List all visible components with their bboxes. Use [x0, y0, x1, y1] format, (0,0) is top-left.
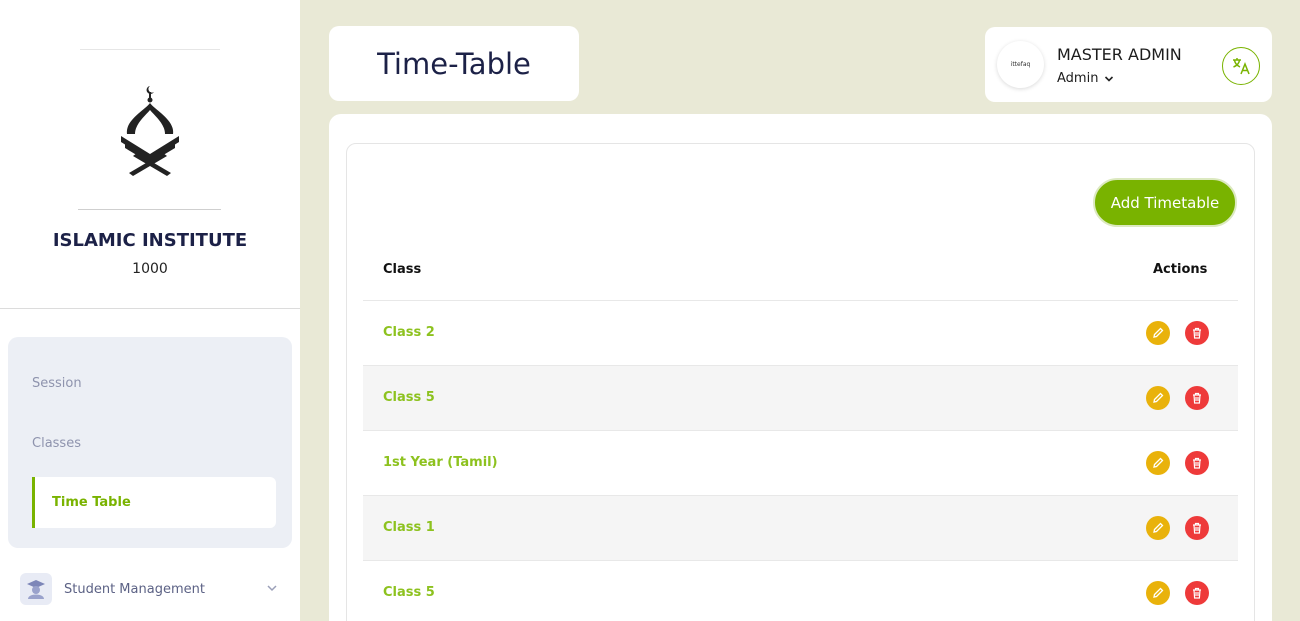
institute-name: ISLAMIC INSTITUTE [52, 230, 248, 251]
chevron-down-icon [1105, 75, 1114, 82]
delete-button[interactable] [1185, 386, 1209, 410]
sidebar-divider [0, 308, 300, 309]
class-name[interactable]: Class 5 [383, 585, 435, 600]
add-timetable-button[interactable]: Add Timetable [1093, 178, 1237, 227]
translate-button[interactable] [1222, 47, 1260, 85]
user-card: ittefaq MASTER ADMIN Admin [985, 27, 1272, 102]
sidebar-item-session[interactable]: Session [12, 358, 256, 409]
logo-divider-bottom [78, 209, 221, 210]
class-name[interactable]: Class 5 [383, 390, 435, 405]
table-row: 1st Year (Tamil) [363, 431, 1238, 496]
translate-icon [1233, 58, 1250, 75]
institute-logo [121, 86, 179, 176]
class-name[interactable]: Class 2 [383, 325, 435, 340]
table-row: Class 5 [363, 366, 1238, 431]
user-role-dropdown[interactable]: Admin [1057, 71, 1114, 86]
sidebar-item-label: Session [32, 376, 82, 391]
column-header-actions: Actions [1153, 262, 1208, 277]
column-header-class: Class [383, 262, 422, 277]
delete-button[interactable] [1185, 451, 1209, 475]
trash-icon [1193, 392, 1201, 404]
pencil-icon [1153, 587, 1164, 598]
pencil-icon [1153, 392, 1164, 403]
edit-button[interactable] [1146, 321, 1170, 345]
sidebar: ISLAMIC INSTITUTE 1000 Session Classes T… [0, 0, 300, 621]
user-name: MASTER ADMIN [1057, 45, 1182, 64]
avatar-text: ittefaq [1010, 61, 1031, 68]
page-title-card: Time-Table [329, 26, 579, 101]
sidebar-item-label: Classes [32, 436, 81, 451]
trash-icon [1193, 522, 1201, 534]
edit-button[interactable] [1146, 451, 1170, 475]
page-title: Time-Table [377, 46, 531, 81]
class-name[interactable]: 1st Year (Tamil) [383, 455, 498, 470]
avatar[interactable]: ittefaq [997, 41, 1044, 88]
table-row: Class 2 [363, 301, 1238, 366]
pencil-icon [1153, 327, 1164, 338]
sidebar-item-label: Time Table [52, 495, 131, 510]
institute-code: 1000 [132, 261, 168, 277]
pencil-icon [1153, 522, 1164, 533]
sidebar-item-time-table[interactable]: Time Table [32, 477, 276, 528]
delete-button[interactable] [1185, 321, 1209, 345]
trash-icon [1193, 327, 1201, 339]
user-role: Admin [1057, 71, 1099, 86]
table-row: Class 5 [363, 561, 1238, 621]
chevron-down-icon [267, 585, 277, 592]
pencil-icon [1153, 457, 1164, 468]
sidebar-item-student-management[interactable]: Student Management [20, 572, 282, 606]
trash-icon [1193, 587, 1201, 599]
sidebar-item-classes[interactable]: Classes [12, 418, 256, 469]
trash-icon [1193, 457, 1201, 469]
delete-button[interactable] [1185, 516, 1209, 540]
edit-button[interactable] [1146, 581, 1170, 605]
sidebar-item-label: Student Management [64, 581, 205, 597]
class-name[interactable]: Class 1 [383, 520, 435, 535]
edit-button[interactable] [1146, 386, 1170, 410]
delete-button[interactable] [1185, 581, 1209, 605]
logo-divider-top [80, 49, 220, 50]
student-icon [20, 573, 52, 605]
edit-button[interactable] [1146, 516, 1170, 540]
table-row: Class 1 [363, 496, 1238, 561]
